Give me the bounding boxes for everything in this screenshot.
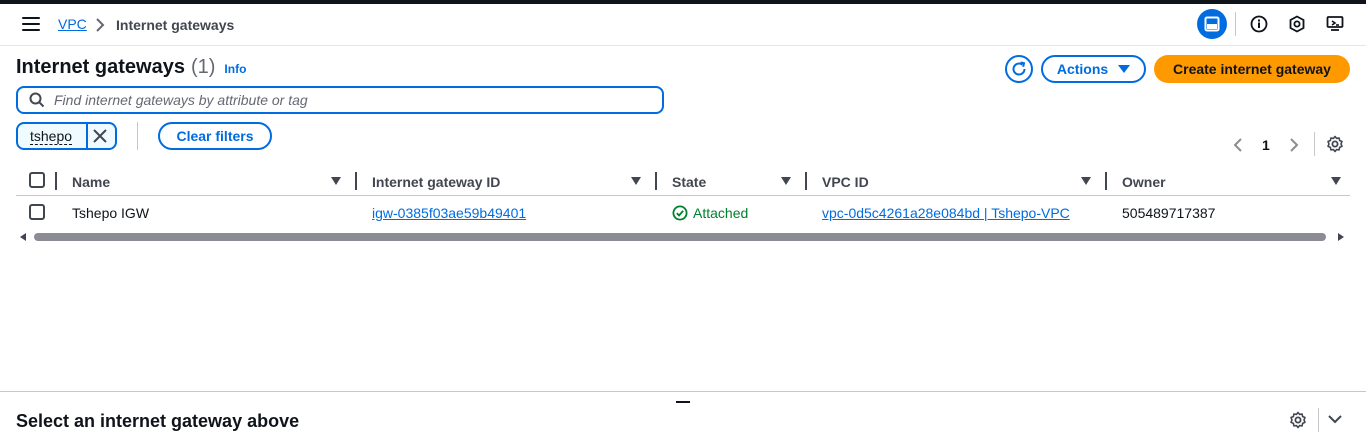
panel-icon[interactable]: [1197, 9, 1227, 39]
column-header-gateway-id[interactable]: Internet gateway ID: [372, 174, 500, 190]
menu-icon[interactable]: [22, 17, 40, 33]
check-circle-icon: [672, 205, 688, 221]
select-all-checkbox[interactable]: [29, 172, 45, 188]
chevron-right-icon: [96, 18, 105, 32]
cell-state: Attached: [672, 205, 748, 221]
sort-icon[interactable]: [631, 177, 641, 185]
page-title: Internet gateways: [16, 56, 185, 78]
info-icon[interactable]: [1244, 9, 1274, 39]
caret-down-icon: [1118, 65, 1131, 73]
filter-token-label[interactable]: tshepo: [30, 128, 73, 145]
clear-filters-button[interactable]: Clear filters: [158, 122, 272, 150]
divider: [1235, 12, 1236, 36]
item-count: (1): [190, 56, 216, 78]
column-divider[interactable]: [655, 172, 657, 190]
breadcrumb-current: Internet gateways: [116, 17, 235, 33]
chevron-right-icon[interactable]: [1288, 137, 1300, 153]
split-panel: Select an internet gateway above: [0, 391, 1366, 446]
scroll-right-arrow-icon[interactable]: [1338, 233, 1344, 241]
page-number[interactable]: 1: [1262, 137, 1270, 153]
row-checkbox[interactable]: [29, 204, 45, 220]
search-input[interactable]: [54, 92, 634, 108]
column-divider: [55, 172, 57, 190]
refresh-icon: [1012, 61, 1026, 76]
horizontal-scrollbar[interactable]: [16, 232, 1350, 242]
gear-icon[interactable]: [1289, 411, 1307, 429]
scroll-left-arrow-icon[interactable]: [20, 233, 26, 241]
column-divider[interactable]: [355, 172, 357, 190]
filter-token: tshepo: [16, 122, 117, 150]
cell-gateway-id-link[interactable]: igw-0385f03ae59b49401: [372, 205, 526, 221]
breadcrumb-vpc-link[interactable]: VPC: [58, 16, 87, 32]
divider: [1314, 132, 1315, 156]
hexagon-icon[interactable]: [1282, 9, 1312, 39]
breadcrumb-bar: VPC Internet gateways: [0, 4, 1366, 46]
gateways-table: Name Internet gateway ID State VPC ID Ow…: [16, 166, 1350, 228]
cell-name: Tshepo IGW: [72, 205, 150, 221]
refresh-button[interactable]: [1005, 55, 1033, 83]
sort-icon[interactable]: [781, 177, 791, 185]
resize-handle[interactable]: [676, 401, 690, 403]
gear-icon[interactable]: [1326, 135, 1344, 153]
divider: [137, 122, 138, 150]
page-header: Internet gateways (1) Info: [16, 56, 246, 79]
sort-icon[interactable]: [331, 177, 341, 185]
sort-icon[interactable]: [1081, 177, 1091, 185]
cell-owner: 505489717387: [1122, 205, 1216, 221]
scrollbar-thumb[interactable]: [34, 233, 1326, 241]
table-header: Name Internet gateway ID State VPC ID Ow…: [16, 166, 1350, 196]
actions-button[interactable]: Actions: [1041, 55, 1146, 83]
feedback-icon[interactable]: [1320, 9, 1350, 39]
column-divider[interactable]: [1105, 172, 1107, 190]
chevron-left-icon[interactable]: [1232, 137, 1244, 153]
state-label: Attached: [693, 205, 749, 221]
create-internet-gateway-button[interactable]: Create internet gateway: [1154, 55, 1350, 83]
table-row[interactable]: Tshepo IGW igw-0385f03ae59b49401 Attache…: [16, 196, 1350, 228]
divider: [86, 124, 88, 148]
search-bar[interactable]: [16, 86, 664, 114]
search-icon: [29, 92, 45, 108]
close-icon[interactable]: [91, 127, 109, 145]
column-header-vpc-id[interactable]: VPC ID: [822, 174, 869, 190]
actions-label: Actions: [1056, 61, 1109, 77]
column-header-name[interactable]: Name: [72, 174, 110, 190]
column-header-state[interactable]: State: [672, 174, 706, 190]
split-panel-title: Select an internet gateway above: [16, 411, 300, 431]
chevron-down-icon[interactable]: [1326, 412, 1344, 426]
sort-icon[interactable]: [1331, 177, 1341, 185]
column-header-owner[interactable]: Owner: [1122, 174, 1166, 190]
column-divider[interactable]: [805, 172, 807, 190]
cell-vpc-id-link[interactable]: vpc-0d5c4261a28e084bd | Tshepo-VPC: [822, 205, 1070, 221]
info-link[interactable]: Info: [224, 62, 246, 76]
divider: [1318, 408, 1319, 432]
